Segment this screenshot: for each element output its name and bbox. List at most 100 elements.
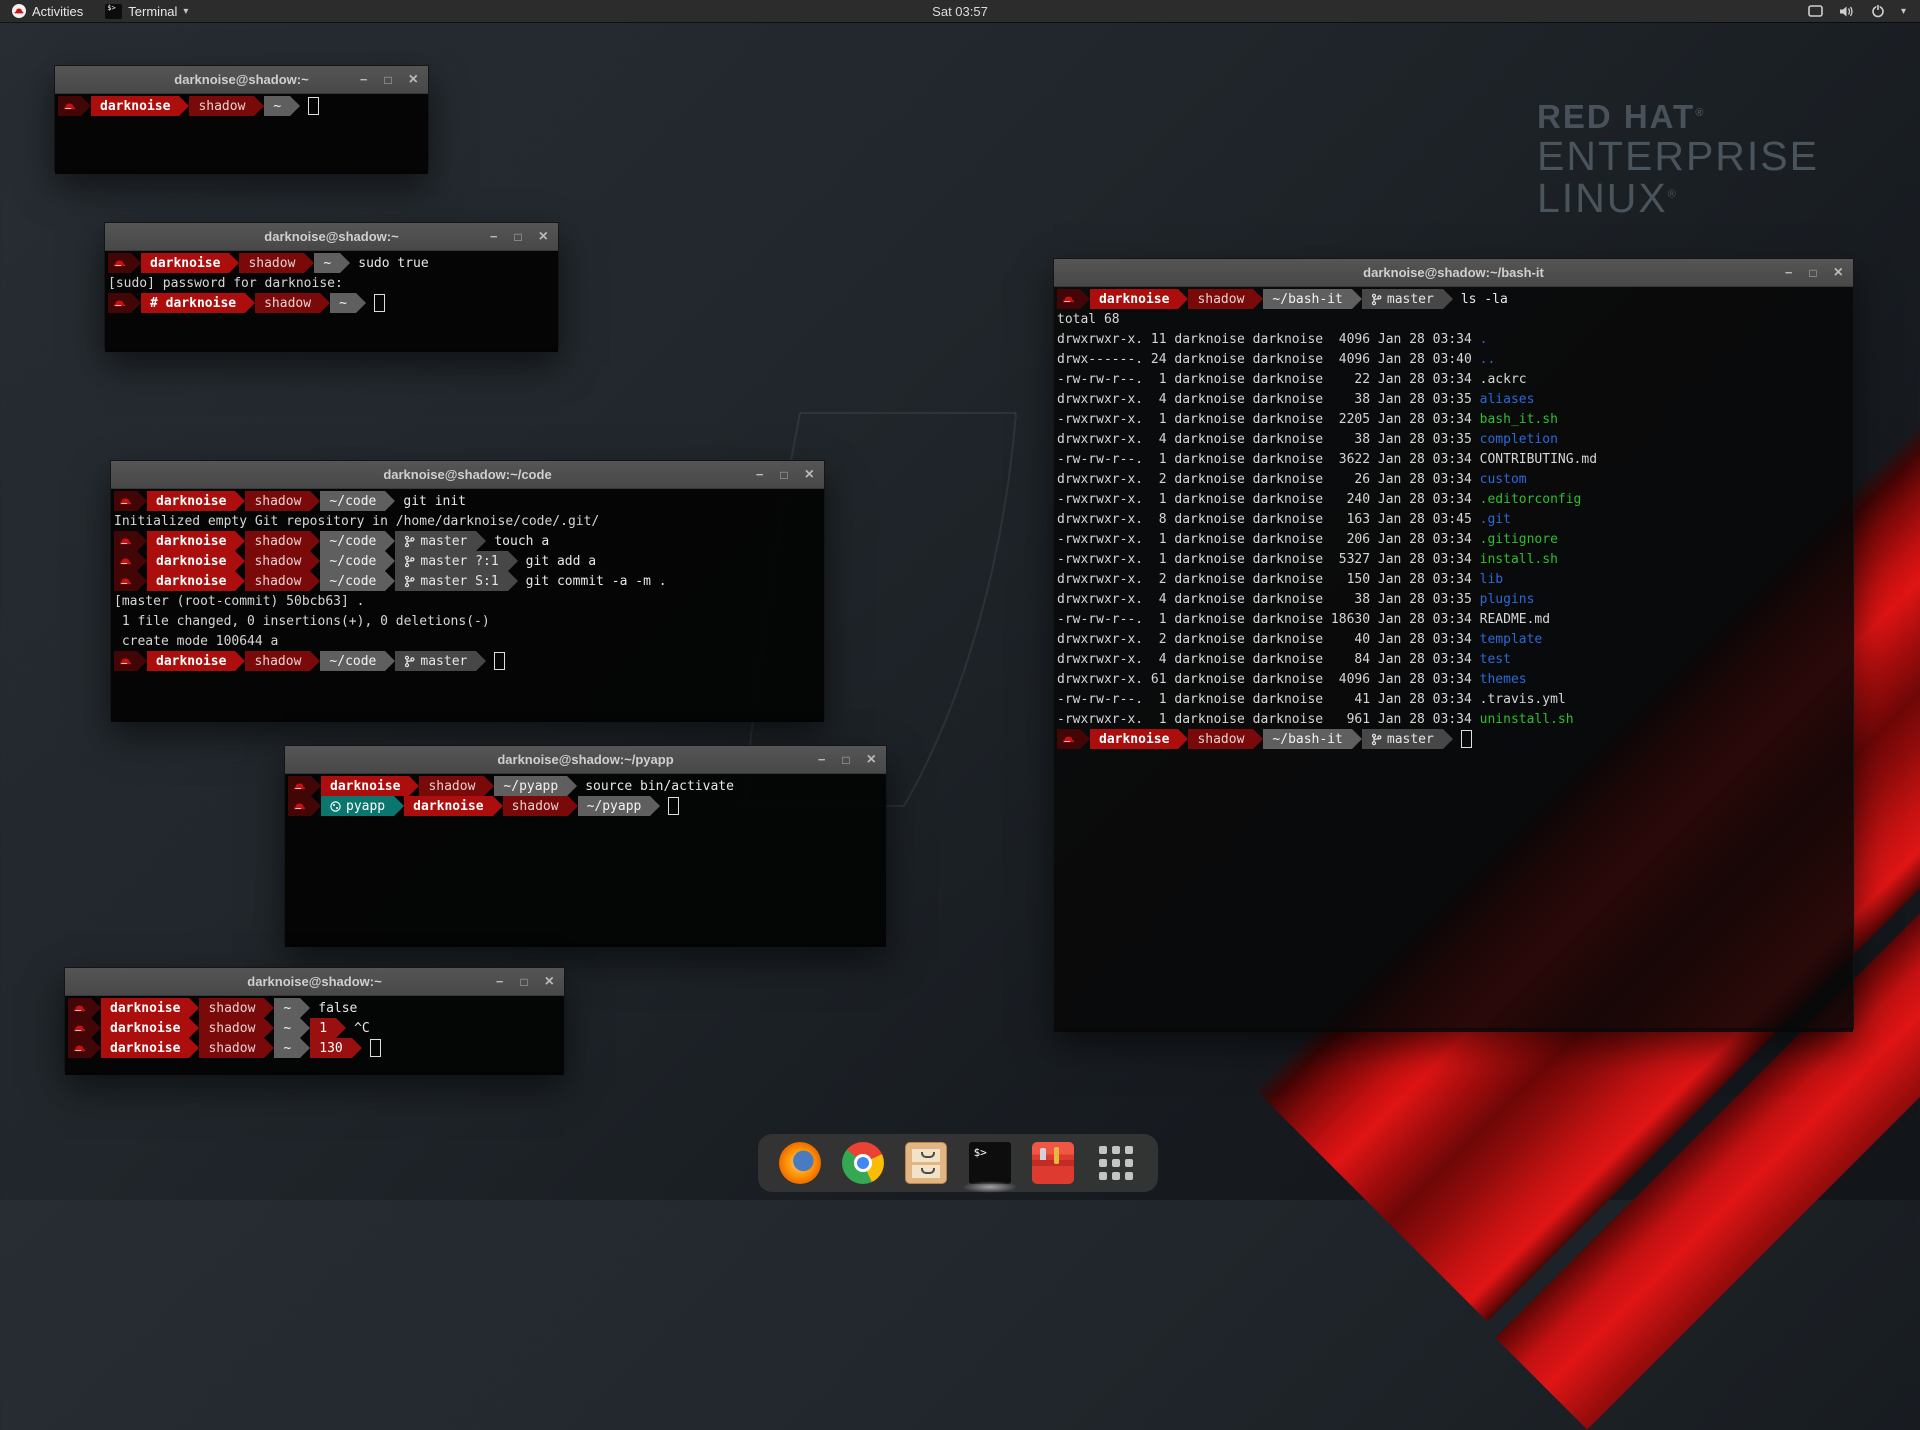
redhat-prompt-icon bbox=[119, 536, 132, 546]
redhat-prompt-icon bbox=[119, 496, 132, 506]
terminal-content[interactable]: darknoiseshadow~/codegit initInitialized… bbox=[111, 489, 824, 722]
file-name: template bbox=[1480, 632, 1543, 647]
terminal-content[interactable]: darknoiseshadow~/bash-itmasterls -latota… bbox=[1054, 287, 1853, 1032]
prompt-segment-path: ~/code bbox=[320, 651, 385, 671]
prompt-segment-path: ~/code bbox=[320, 551, 385, 571]
prompt-segment-exit: 1 bbox=[310, 1018, 336, 1038]
prompt-segment-user: darknoise bbox=[1090, 289, 1178, 309]
maximize-button[interactable]: □ bbox=[1809, 267, 1816, 279]
redhat-prompt-icon bbox=[73, 1023, 86, 1033]
terminal-line: darknoiseshadow~false bbox=[68, 998, 561, 1018]
redhat-prompt-icon bbox=[119, 656, 132, 666]
terminal-content[interactable]: darknoiseshadow~ bbox=[55, 94, 428, 174]
terminal-content[interactable]: darknoiseshadow~sudo true[sudo] password… bbox=[105, 251, 558, 352]
prompt-segment-path: ~ bbox=[274, 998, 300, 1018]
prompt-segment-path: ~/code bbox=[320, 491, 385, 511]
terminal-content[interactable]: darknoiseshadow~/pyappsource bin/activat… bbox=[285, 774, 886, 947]
terminal-line: darknoiseshadow~ bbox=[58, 96, 425, 116]
prompt-segment-branch: master bbox=[1362, 289, 1443, 309]
close-button[interactable]: × bbox=[539, 229, 548, 245]
title-bar[interactable]: darknoise@shadow:~/bash-it −□× bbox=[1054, 259, 1853, 287]
title-bar[interactable]: darknoise@shadow:~ − □ × bbox=[65, 968, 564, 996]
file-manager-icon[interactable] bbox=[905, 1142, 947, 1184]
prompt-segment-hat bbox=[114, 491, 137, 511]
command-text: false bbox=[318, 1001, 357, 1016]
output-text: 1 file changed, 0 insertions(+), 0 delet… bbox=[114, 614, 490, 629]
output-text: create mode 100644 a bbox=[114, 634, 278, 649]
minimize-button[interactable]: − bbox=[1785, 266, 1793, 279]
terminal-line: pyappdarknoiseshadow~/pyapp bbox=[288, 796, 883, 816]
prompt-segment-user: darknoise bbox=[1090, 729, 1178, 749]
maximize-button[interactable]: □ bbox=[520, 976, 527, 988]
terminal-line: -rw-rw-r--. 1 darknoise darknoise 18630 … bbox=[1057, 609, 1850, 629]
git-branch-icon bbox=[404, 555, 415, 568]
chrome-icon[interactable] bbox=[842, 1142, 884, 1184]
prompt-segment-user: darknoise bbox=[147, 551, 235, 571]
maximize-button[interactable]: □ bbox=[842, 754, 849, 766]
terminal-line: -rwxrwxr-x. 1 darknoise darknoise 240 Ja… bbox=[1057, 489, 1850, 509]
terminal-line: [sudo] password for darknoise: bbox=[108, 273, 555, 293]
close-button[interactable]: × bbox=[409, 72, 418, 88]
prompt-segment-user: darknoise bbox=[321, 776, 409, 796]
ls-row: -rw-rw-r--. 1 darknoise darknoise 22 Jan… bbox=[1057, 372, 1527, 387]
file-name: bash_it.sh bbox=[1480, 412, 1558, 427]
git-branch-icon bbox=[404, 575, 415, 588]
file-name: themes bbox=[1480, 672, 1527, 687]
clock[interactable]: Sat 03:57 bbox=[0, 4, 1920, 19]
toolbox-icon[interactable] bbox=[1032, 1142, 1074, 1184]
firefox-icon[interactable] bbox=[779, 1142, 821, 1184]
file-name: .ackrc bbox=[1480, 372, 1527, 387]
system-menu-chevron-icon[interactable]: ▾ bbox=[1901, 6, 1906, 17]
ls-row: drwxrwxr-x. 4 darknoise darknoise 38 Jan… bbox=[1057, 592, 1534, 607]
terminal-line: darknoiseshadow~/codemaster S:1git commi… bbox=[114, 571, 821, 591]
close-button[interactable]: × bbox=[805, 467, 814, 483]
file-name: aliases bbox=[1480, 392, 1535, 407]
close-button[interactable]: × bbox=[1834, 265, 1843, 281]
prompt-segment-path: ~ bbox=[274, 1018, 300, 1038]
prompt-segment-host: shadow bbox=[199, 1038, 264, 1058]
top-bar: Activities $> Terminal ▾ Sat 03:57 ▾ bbox=[0, 0, 1920, 22]
close-button[interactable]: × bbox=[545, 974, 554, 990]
prompt-segment-user: darknoise bbox=[91, 96, 179, 116]
terminal-icon[interactable]: $> bbox=[969, 1142, 1011, 1184]
brand-line-3: LINUX® bbox=[1537, 178, 1819, 220]
focused-app-menu[interactable]: $> Terminal ▾ bbox=[95, 0, 198, 22]
minimize-button[interactable]: − bbox=[756, 468, 764, 481]
title-bar[interactable]: darknoise@shadow:~/pyapp −□× bbox=[285, 746, 886, 774]
minimize-button[interactable]: − bbox=[360, 73, 368, 86]
terminal-line: drwxrwxr-x. 4 darknoise darknoise 38 Jan… bbox=[1057, 389, 1850, 409]
terminal-window-sudo: darknoise@shadow:~ −□× darknoiseshadow~s… bbox=[104, 222, 559, 349]
command-text: sudo true bbox=[358, 256, 428, 271]
maximize-button[interactable]: □ bbox=[514, 231, 521, 243]
title-bar[interactable]: darknoise@shadow:~ −□× bbox=[55, 66, 428, 94]
maximize-button[interactable]: □ bbox=[780, 469, 787, 481]
file-name: .editorconfig bbox=[1480, 492, 1582, 507]
title-bar[interactable]: darknoise@shadow:~ −□× bbox=[105, 223, 558, 251]
command-text: ls -la bbox=[1461, 292, 1508, 307]
ls-row: drwxrwxr-x. 2 darknoise darknoise 40 Jan… bbox=[1057, 632, 1542, 647]
file-name: .gitignore bbox=[1480, 532, 1558, 547]
file-name: README.md bbox=[1480, 612, 1550, 627]
display-icon[interactable] bbox=[1808, 5, 1823, 17]
maximize-button[interactable]: □ bbox=[384, 74, 391, 86]
minimize-button[interactable]: − bbox=[496, 975, 504, 988]
app-grid-icon[interactable] bbox=[1095, 1142, 1137, 1184]
ls-row: -rwxrwxr-x. 1 darknoise darknoise 206 Ja… bbox=[1057, 532, 1558, 547]
terminal-content[interactable]: darknoiseshadow~falsedarknoiseshadow~1^C… bbox=[65, 996, 564, 1075]
minimize-button[interactable]: − bbox=[818, 753, 826, 766]
terminal-line: drwxrwxr-x. 2 darknoise darknoise 40 Jan… bbox=[1057, 629, 1850, 649]
minimize-button[interactable]: − bbox=[490, 230, 498, 243]
power-icon[interactable] bbox=[1871, 4, 1885, 18]
close-button[interactable]: × bbox=[867, 752, 876, 768]
terminal-line: drwxrwxr-x. 2 darknoise darknoise 150 Ja… bbox=[1057, 569, 1850, 589]
terminal-line: 1 file changed, 0 insertions(+), 0 delet… bbox=[114, 611, 821, 631]
chevron-down-icon: ▾ bbox=[183, 6, 188, 17]
activities-button[interactable]: Activities bbox=[0, 0, 95, 22]
volume-icon[interactable] bbox=[1839, 5, 1855, 18]
prompt-segment-host: shadow bbox=[419, 776, 484, 796]
prompt-segment-path: ~/pyapp bbox=[494, 776, 567, 796]
title-bar[interactable]: darknoise@shadow:~/code −□× bbox=[111, 461, 824, 489]
terminal-line: -rw-rw-r--. 1 darknoise darknoise 22 Jan… bbox=[1057, 369, 1850, 389]
active-app-glow bbox=[962, 1181, 1018, 1193]
window-title: darknoise@shadow:~ bbox=[247, 974, 381, 989]
